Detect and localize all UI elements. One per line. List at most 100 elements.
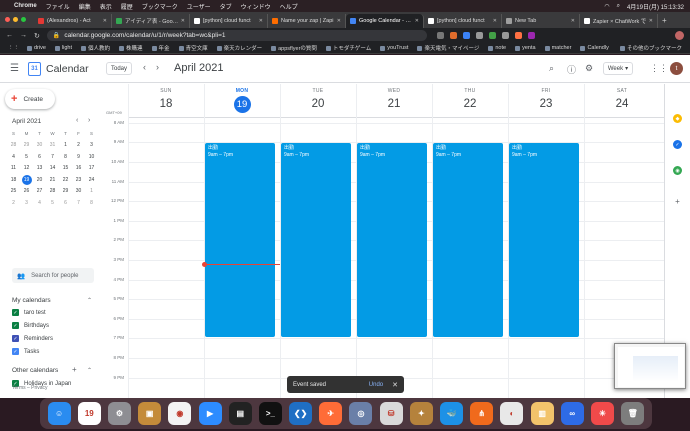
omnibox[interactable]: 🔒 calendar.google.com/calendar/u/1/r/wee… xyxy=(46,30,427,41)
calendar-event[interactable]: 出勤 9am – 7pm xyxy=(205,143,275,338)
close-tab-icon[interactable]: ✕ xyxy=(415,18,419,24)
close-tab-icon[interactable]: ✕ xyxy=(103,18,107,24)
calendar-event[interactable]: 出勤 9am – 7pm xyxy=(357,143,427,338)
mini-day[interactable]: 29 xyxy=(20,140,33,152)
bookmark-item[interactable]: Calendly xyxy=(580,44,609,52)
undo-button[interactable]: Undo xyxy=(369,382,383,388)
mini-day[interactable]: 24 xyxy=(85,174,98,186)
mini-day[interactable]: 4 xyxy=(7,151,20,163)
mini-day[interactable]: 22 xyxy=(59,174,72,186)
menu-item[interactable]: 履歴 xyxy=(121,2,133,11)
mini-day[interactable]: 12 xyxy=(20,163,33,175)
preview-icon[interactable]: ▥ xyxy=(530,402,554,425)
browser-tab[interactable]: New Tab ✕ xyxy=(502,14,580,28)
menu-item[interactable]: ヘルプ xyxy=(280,2,298,11)
mini-day[interactable]: 20 xyxy=(33,174,46,186)
other-calendars-title[interactable]: Other calendars xyxy=(12,367,58,374)
zoom-window-icon[interactable] xyxy=(21,17,26,22)
mini-day[interactable]: 2 xyxy=(7,197,20,209)
back-icon[interactable]: ← xyxy=(6,32,13,39)
extension-icon[interactable] xyxy=(514,32,522,39)
mini-day[interactable]: 6 xyxy=(33,151,46,163)
day-column-header[interactable]: SUN 18 xyxy=(128,84,204,117)
mini-day[interactable]: 30 xyxy=(33,140,46,152)
other-bookmarks[interactable]: その他のブックマーク xyxy=(619,44,682,52)
infinity-icon[interactable]: ∞ xyxy=(560,402,584,425)
mini-day[interactable]: 28 xyxy=(7,140,20,152)
extension-icon[interactable] xyxy=(488,32,496,39)
browser-tab[interactable]: Google Calendar - We ✕ xyxy=(346,14,424,28)
mini-day[interactable]: 15 xyxy=(59,163,72,175)
close-tab-icon[interactable]: ✕ xyxy=(337,18,341,24)
mini-day[interactable]: 29 xyxy=(59,186,72,198)
sequel-icon[interactable]: ◎ xyxy=(349,402,373,425)
bookmark-item[interactable]: 年金 xyxy=(151,44,170,52)
next-week-icon[interactable]: › xyxy=(156,62,159,72)
mini-day[interactable]: 5 xyxy=(46,197,59,209)
browser-tab[interactable]: [python] cloud funct ✕ xyxy=(190,14,268,28)
mini-day[interactable]: 30 xyxy=(72,186,85,198)
search-people-input[interactable]: 👥 Search for people xyxy=(12,268,94,283)
day-column-header[interactable]: WED 21 xyxy=(356,84,432,117)
calendar-list-item[interactable]: ✓ Tasks xyxy=(12,348,39,355)
close-tab-icon[interactable]: ✕ xyxy=(571,18,575,24)
mini-next-icon[interactable]: › xyxy=(88,117,90,124)
bookmark-item[interactable]: appsflyerの質問 xyxy=(271,44,317,52)
checkbox-icon[interactable]: ✓ xyxy=(12,348,19,355)
chevron-up-icon[interactable]: ⌃ xyxy=(87,297,92,304)
wifi-icon[interactable]: ◠ xyxy=(604,3,609,10)
account-avatar[interactable]: t xyxy=(670,62,683,75)
add-addon-icon[interactable]: + xyxy=(673,197,682,206)
day-column-header[interactable]: THU 22 xyxy=(432,84,508,117)
mini-day[interactable]: 11 xyxy=(7,163,20,175)
mini-day[interactable]: 7 xyxy=(72,197,85,209)
menu-item[interactable]: 編集 xyxy=(79,2,91,11)
menu-item[interactable]: ユーザー xyxy=(187,2,211,11)
mini-day[interactable]: 16 xyxy=(72,163,85,175)
extension-icon[interactable] xyxy=(501,32,509,39)
bookmark-item[interactable]: light xyxy=(54,44,72,52)
menu-item[interactable]: ブックマーク xyxy=(142,2,178,11)
bookmark-item[interactable]: youTrust xyxy=(380,44,408,52)
mini-day[interactable]: 5 xyxy=(20,151,33,163)
new-tab-icon[interactable]: + xyxy=(662,16,667,25)
forward-icon[interactable]: → xyxy=(20,32,27,39)
mini-day[interactable]: 3 xyxy=(20,197,33,209)
mini-day[interactable]: 10 xyxy=(85,151,98,163)
bookmark-item[interactable]: drive xyxy=(27,44,46,52)
app4-icon[interactable]: ✳ xyxy=(590,402,614,425)
db-icon[interactable]: ⛁ xyxy=(379,402,403,425)
docker-icon[interactable]: 🐳 xyxy=(440,402,464,425)
mini-day[interactable]: 2 xyxy=(72,140,85,152)
extension-icon[interactable] xyxy=(436,32,444,39)
menubar-clock[interactable]: 4月19日(月) 15:13:32 xyxy=(627,2,684,11)
mini-day[interactable]: 7 xyxy=(46,151,59,163)
bookmark-item[interactable]: matcher xyxy=(544,44,571,52)
extension-icon[interactable] xyxy=(527,32,535,39)
menu-item[interactable]: ウィンドウ xyxy=(241,2,271,11)
mini-day[interactable]: 14 xyxy=(46,163,59,175)
mini-day[interactable]: 17 xyxy=(85,163,98,175)
day-column-header[interactable]: SAT 24 xyxy=(584,84,660,117)
app3-icon[interactable]: ◐ xyxy=(500,402,524,425)
app-icon[interactable]: ▣ xyxy=(138,402,162,425)
calendar-event[interactable]: 出勤 9am – 7pm xyxy=(433,143,503,338)
keep-icon[interactable]: ◆ xyxy=(673,114,682,123)
menu-item[interactable]: 表示 xyxy=(100,2,112,11)
checkbox-icon[interactable]: ✓ xyxy=(12,335,19,342)
mini-day-today[interactable]: 19 xyxy=(21,174,32,185)
mini-day[interactable]: 26 xyxy=(20,186,33,198)
bookmark-item[interactable]: 楽天カレンダー xyxy=(216,44,262,52)
bookmark-item[interactable]: 個人教約 xyxy=(81,44,110,52)
mini-day[interactable]: 8 xyxy=(85,197,98,209)
extension-icon[interactable] xyxy=(475,32,483,39)
close-tab-icon[interactable]: ✕ xyxy=(259,18,263,24)
browser-tab[interactable]: Zapier × ChatWork で ✕ xyxy=(580,14,658,28)
trash-icon[interactable]: 🗑 xyxy=(621,402,645,425)
bookmark-item[interactable]: 株購連 xyxy=(119,44,143,52)
menu-item[interactable]: ファイル xyxy=(46,2,70,11)
mini-day[interactable]: 3 xyxy=(85,140,98,152)
calendar-event[interactable]: 出勤 9am – 7pm xyxy=(281,143,351,338)
maps-icon[interactable]: ◉ xyxy=(673,166,682,175)
calendar-list-item[interactable]: ✓ Reminders xyxy=(12,335,53,342)
